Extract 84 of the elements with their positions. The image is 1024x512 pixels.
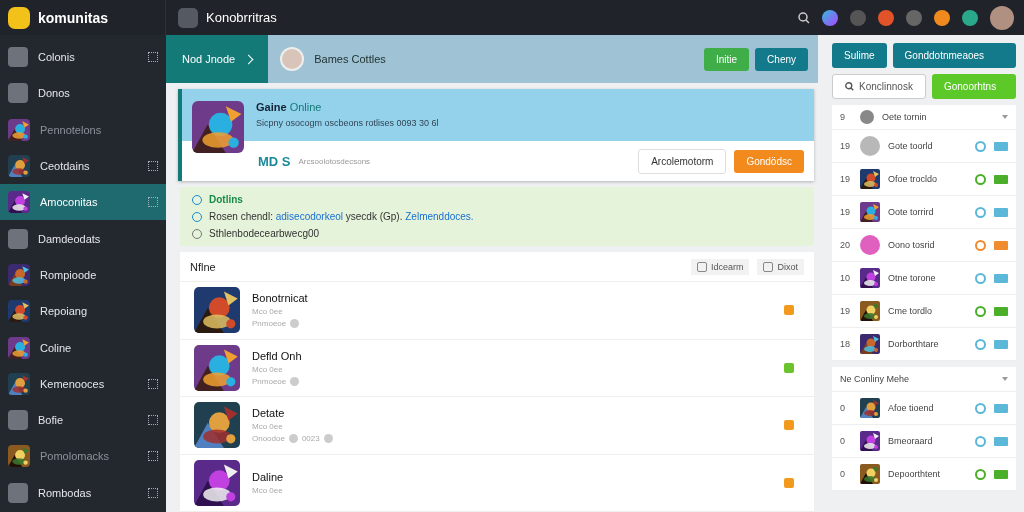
game-note: Arcsoolotosdecsons [298,156,372,166]
player-name: Ofoe trocldo [888,174,939,184]
group-icon [860,110,874,124]
profile-name: Bames Cottles [314,53,387,65]
row-number: 18 [840,339,851,349]
game-icon [8,47,28,68]
sidebar-item[interactable]: Ceotdains [0,147,166,185]
sidebar-item[interactable]: Amoconitas [0,184,166,221]
sidebar-item[interactable]: Damdeodats [0,220,166,257]
game-icon [8,410,28,431]
panel-button[interactable]: Gonddotnmeaoes [892,43,1016,68]
row-number: 0 [840,436,846,446]
player-name: Bmeoraard [888,436,934,446]
app-icon[interactable] [878,9,894,26]
player-name: Depoorthtent [888,469,942,479]
page-icon [178,7,198,28]
page-title: Konobrritras [206,10,277,25]
game-meta: 0023 [301,434,320,444]
sidebar-item[interactable]: Colonis [0,39,166,76]
sidebar-item[interactable]: Rombodas [0,474,166,511]
details-text: Rosen chendl: adisecodorkeol ysecdk (Gp). Zelmenddoces. [209,211,474,222]
row-number: 0 [840,403,846,413]
list-title: Nflne [190,260,217,273]
game-icon [8,228,28,249]
app-icon[interactable] [934,9,950,26]
tool-button[interactable]: Idcearm [690,258,750,275]
app-title: komunitas [38,9,108,26]
caret-icon[interactable] [1002,115,1008,119]
game-name: Bonotrnicat [252,292,309,305]
game-name: Daline [252,470,285,483]
game-subtitle: Sicpny osocogm oscbeons rotlises 0093 30 6l [256,118,439,128]
card-button[interactable]: Arcolemotorm [638,148,727,174]
game-meta: Mco 0ee [252,364,284,374]
panel-button[interactable]: Sulime [832,43,887,68]
logo-icon [8,6,30,29]
game-icon [8,83,28,104]
row-number: 19 [840,141,851,151]
sidebar-item[interactable]: Pomolomacks [0,438,166,475]
game-meta: Mco 0ee [252,485,284,495]
game-title: Gaine Online [256,101,323,113]
sidebar-item[interactable]: Donos [0,75,166,112]
tool-button[interactable]: Dixot [757,258,804,275]
game-meta: Pnmoeoe [252,319,287,329]
avatar [280,47,305,71]
sidebar-item[interactable]: Bofie [0,401,166,439]
player-name: Gote toorld [888,141,934,151]
game-code: MD S [258,153,291,169]
game-name: Defld Onh [252,349,303,362]
game-meta: Onoodoe [252,434,285,444]
game-meta: Pnmoeoe [252,376,287,386]
player-name: Oote torrird [888,207,935,217]
panel-button[interactable]: Konclinnosk [832,74,926,99]
row-number: 19 [840,306,851,316]
group-title: Oete tornin [882,112,928,122]
details-footer: Sthlenbodecearbwecg00 [209,228,320,239]
sidebar-item[interactable]: Pennotelons [0,111,166,148]
player-name: Dorborthtare [888,339,940,349]
group-title: Ne Conliny Mehe [840,374,911,384]
caret-icon[interactable] [1002,377,1008,381]
player-name: Cme tordlo [888,306,933,316]
player-name: Afoe tioend [888,403,935,413]
game-name: Detate [252,407,286,420]
header-button[interactable]: Cheny [755,47,808,71]
link[interactable]: Zelmenddoces. [405,211,474,222]
link[interactable]: adisecodorkeol [275,211,343,222]
avatar[interactable] [990,5,1014,30]
app-icon[interactable] [962,9,978,26]
game-icon [8,482,28,503]
row-number: 19 [840,174,851,184]
game-meta: Mco 0ee [252,307,284,317]
row-number: 10 [840,273,851,283]
game-meta: Mco 0ee [252,422,284,432]
sidebar-item[interactable]: Repoiang [0,293,166,330]
breadcrumb[interactable]: Nod Jnode [166,35,269,83]
details-heading: Dotlins [209,194,243,205]
row-number: 19 [840,207,851,217]
sidebar-item[interactable]: Coline [0,329,166,366]
sidebar-item[interactable]: Kemenooces [0,365,166,402]
sidebar-item[interactable]: Rompioode [0,256,166,294]
group-count: 9 [840,112,846,122]
row-number: 20 [840,240,851,250]
player-name: Oono tosrid [888,240,936,250]
row-number: 0 [840,469,846,479]
player-name: Otne torone [888,273,937,283]
